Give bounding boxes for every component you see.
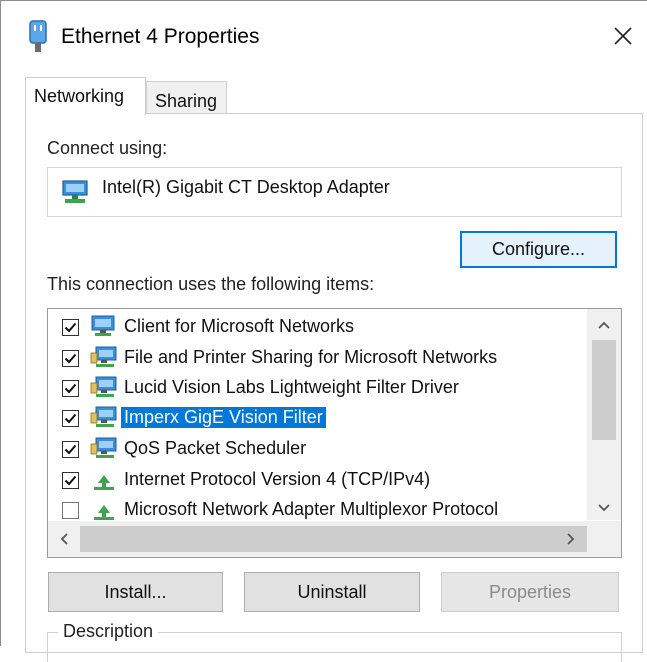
protocol-icon: [94, 505, 114, 520]
checkbox-checked[interactable]: [62, 380, 79, 397]
protocol-icon: [94, 475, 114, 490]
check-icon: [64, 383, 77, 394]
list-item[interactable]: Client for Microsoft Networks: [48, 312, 588, 342]
list-item-label: Lucid Vision Labs Lightweight Filter Dri…: [124, 377, 459, 397]
scroll-left-icon[interactable]: [53, 528, 75, 550]
list-item[interactable]: Lucid Vision Labs Lightweight Filter Dri…: [48, 373, 588, 403]
network-service-icon: [90, 406, 117, 427]
list-item[interactable]: Internet Protocol Version 4 (TCP/IPv4): [48, 465, 588, 495]
list-item-label: QoS Packet Scheduler: [124, 438, 307, 458]
check-icon: [64, 444, 77, 455]
network-service-icon: [90, 376, 117, 397]
checkbox-checked[interactable]: [62, 472, 79, 489]
checkbox-checked[interactable]: [62, 319, 79, 336]
list-item-label: Microsoft Network Adapter Multiplexor Pr…: [124, 499, 499, 519]
configure-button-label: Configure...: [491, 239, 586, 259]
list-item-label: File and Printer Sharing for Microsoft N…: [124, 347, 498, 367]
check-icon: [64, 475, 77, 486]
network-service-icon: [90, 346, 117, 367]
vertical-scrollbar-thumb[interactable]: [592, 340, 616, 440]
scroll-up-icon[interactable]: [593, 314, 615, 336]
uninstall-button-label: Uninstall: [297, 582, 367, 602]
adapter-name: Intel(R) Gigabit CT Desktop Adapter: [102, 177, 390, 197]
check-icon: [64, 322, 77, 333]
network-service-icon: [90, 437, 117, 458]
list-item-label: Internet Protocol Version 4 (TCP/IPv4): [124, 469, 431, 489]
network-client-icon: [91, 315, 115, 336]
scroll-down-icon[interactable]: [593, 497, 615, 519]
install-button[interactable]: Install...: [48, 572, 223, 612]
scrollbar-corner: [587, 521, 621, 557]
description-label: Description: [58, 621, 159, 642]
check-icon: [64, 413, 77, 424]
checkbox-unchecked[interactable]: [62, 502, 79, 519]
properties-button: Properties: [441, 572, 619, 612]
network-adapter-icon: [62, 180, 88, 203]
connect-using-label: Connect using:: [47, 138, 168, 158]
configure-button[interactable]: Configure...: [460, 231, 617, 268]
horizontal-scrollbar-thumb[interactable]: [80, 526, 590, 552]
list-item[interactable]: File and Printer Sharing for Microsoft N…: [48, 343, 588, 373]
checkbox-checked[interactable]: [62, 350, 79, 367]
list-item-selected[interactable]: Imperx GigE Vision Filter: [48, 403, 588, 433]
check-icon: [64, 353, 77, 364]
uninstall-button[interactable]: Uninstall: [244, 572, 420, 612]
list-item-label: Client for Microsoft Networks: [124, 316, 355, 336]
scroll-right-icon[interactable]: [560, 528, 582, 550]
install-button-label: Install...: [104, 582, 167, 602]
list-item-label: Imperx GigE Vision Filter: [121, 407, 326, 428]
checkbox-checked[interactable]: [62, 410, 79, 427]
list-item[interactable]: QoS Packet Scheduler: [48, 434, 588, 464]
items-list-label: This connection uses the following items…: [47, 274, 375, 294]
properties-button-label: Properties: [488, 582, 572, 602]
checkbox-checked[interactable]: [62, 441, 79, 458]
